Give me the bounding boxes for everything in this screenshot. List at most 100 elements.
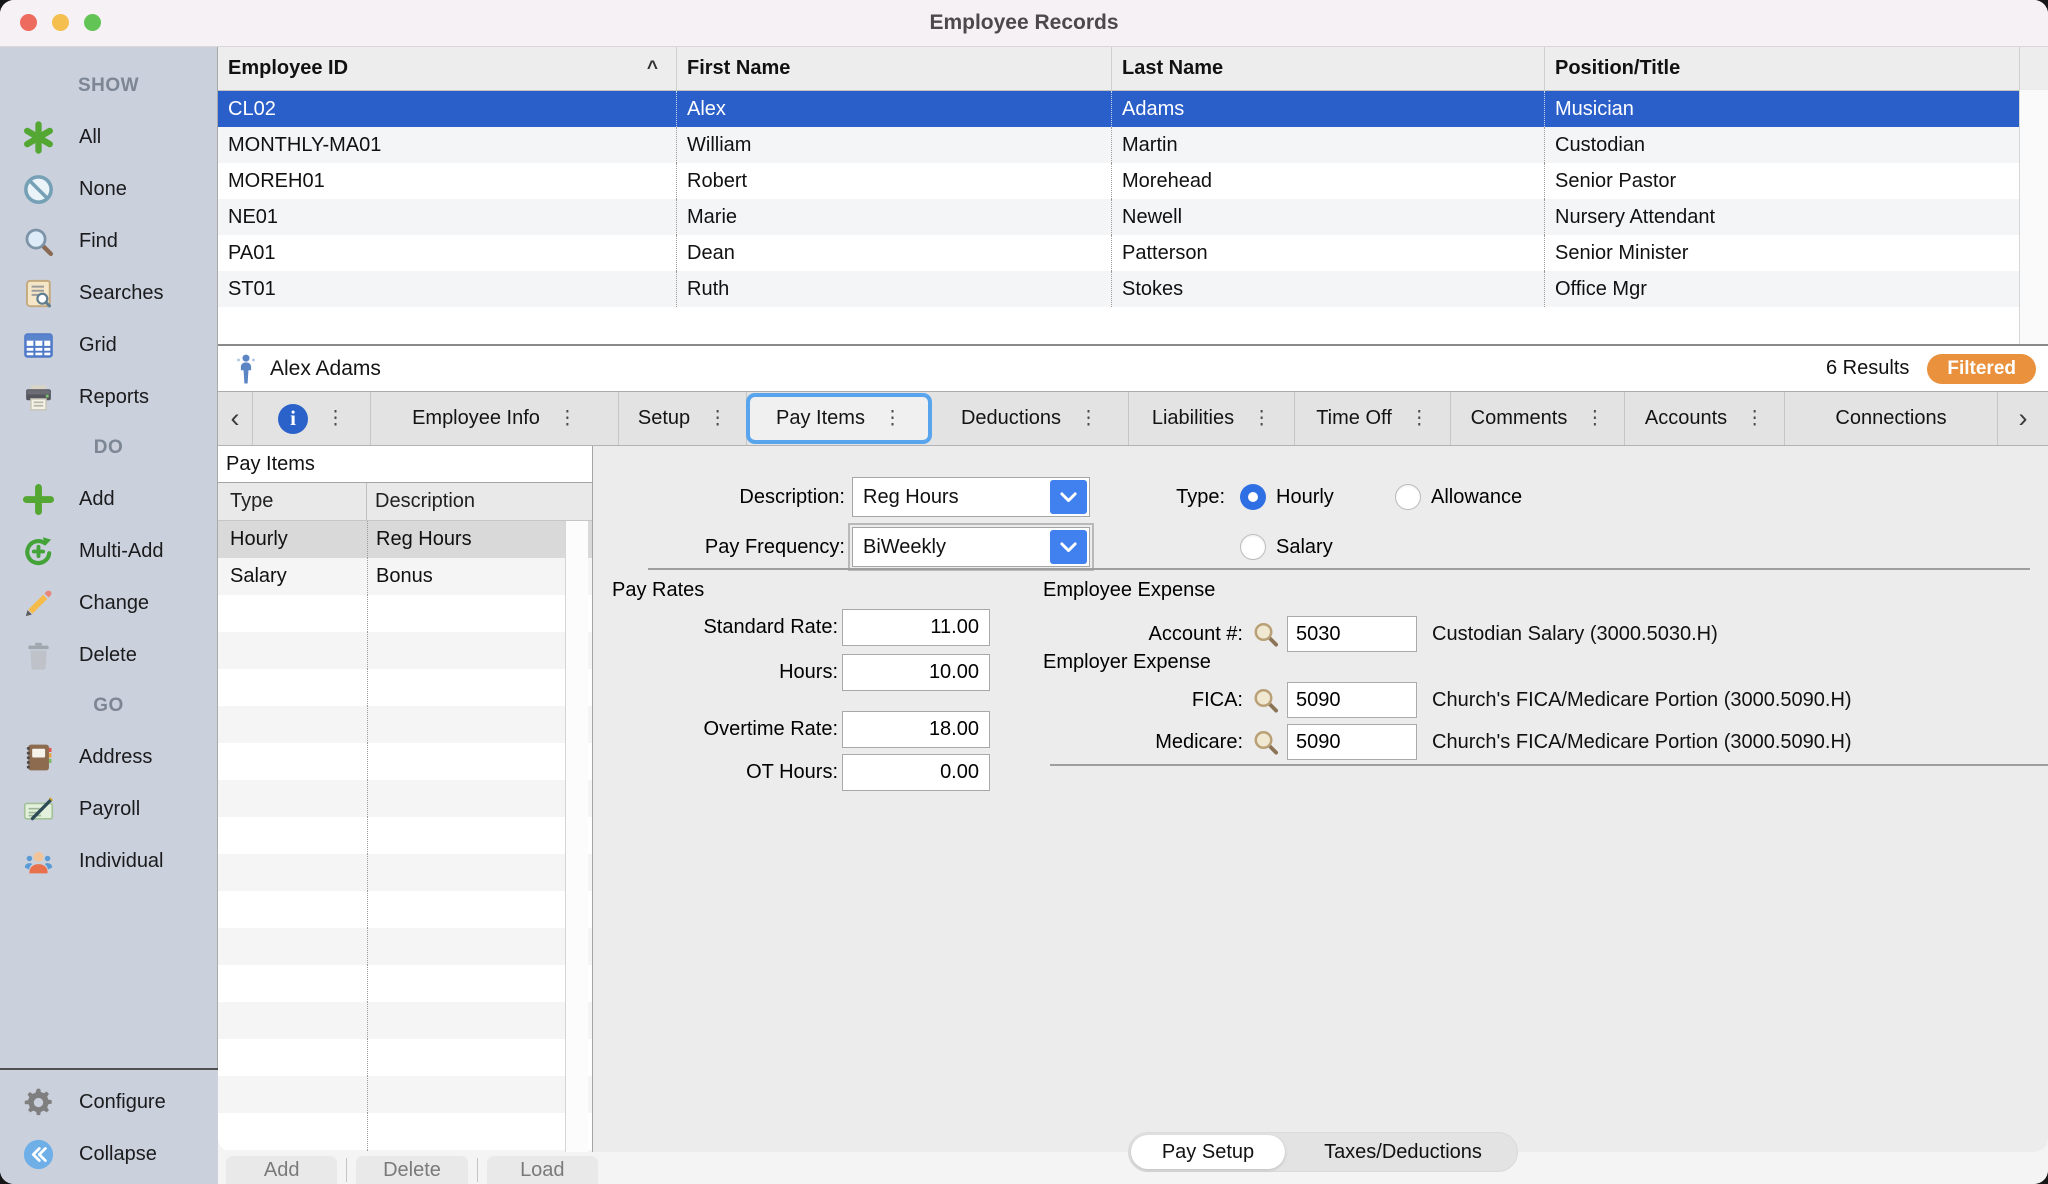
column-header-employee-id[interactable]: Employee ID ^ xyxy=(218,47,677,90)
pencil-icon xyxy=(22,587,55,620)
sidebar-item-reports[interactable]: Reports xyxy=(0,371,217,423)
hours-field[interactable] xyxy=(842,654,990,691)
hours-label: Hours: xyxy=(548,654,838,691)
zoom-button-icon[interactable] xyxy=(84,14,101,31)
tab-deductions[interactable]: Deductions ⋮ xyxy=(931,392,1129,445)
tab-liabilities[interactable]: Liabilities ⋮ xyxy=(1129,392,1295,445)
column-header-position-title[interactable]: Position/Title xyxy=(1545,47,2020,90)
standard-rate-field[interactable] xyxy=(842,609,990,646)
tab-accounts[interactable]: Accounts ⋮ xyxy=(1625,392,1785,445)
tab-time-off[interactable]: Time Off ⋮ xyxy=(1295,392,1451,445)
tab-info[interactable]: i ⋮ xyxy=(253,392,371,445)
sidebar-item-all[interactable]: All xyxy=(0,111,217,163)
title-bar: Employee Records xyxy=(0,0,2048,47)
table-row[interactable]: CL02 Alex Adams Musician xyxy=(218,91,2048,127)
sidebar-item-change[interactable]: Change xyxy=(0,577,217,629)
chevron-down-icon xyxy=(1050,480,1087,514)
divider xyxy=(346,1158,347,1182)
tab-employee-info[interactable]: Employee Info ⋮ xyxy=(371,392,619,445)
add-button[interactable]: Add xyxy=(226,1156,337,1184)
tab-menu-icon[interactable]: ⋮ xyxy=(1745,407,1764,430)
account-description: Church's FICA/Medicare Portion (3000.509… xyxy=(1432,682,1852,718)
segment-taxes-deductions[interactable]: Taxes/Deductions xyxy=(1288,1132,1518,1172)
account-number-field[interactable] xyxy=(1287,616,1417,652)
empty-list-row xyxy=(218,854,592,891)
fica-account-field[interactable] xyxy=(1287,682,1417,718)
sidebar-item-payroll[interactable]: Payroll xyxy=(0,783,217,835)
list-item[interactable]: Hourly Reg Hours xyxy=(218,521,592,558)
sidebar-item-label: Searches xyxy=(79,282,164,305)
table-vertical-scrollbar[interactable] xyxy=(2019,90,2048,344)
pay-frequency-select[interactable]: BiWeekly xyxy=(852,527,1090,567)
empty-list-row xyxy=(218,1076,592,1113)
sidebar-item-none[interactable]: None xyxy=(0,163,217,215)
tab-connections[interactable]: Connections xyxy=(1785,392,1997,445)
sidebar-item-collapse[interactable]: Collapse xyxy=(0,1128,218,1180)
sidebar-item-label: Configure xyxy=(79,1091,166,1114)
tab-menu-icon[interactable]: ⋮ xyxy=(558,407,577,430)
divider xyxy=(477,1158,478,1182)
filtered-badge[interactable]: Filtered xyxy=(1927,354,2036,384)
standard-rate-label: Standard Rate: xyxy=(548,609,838,646)
minimize-button-icon[interactable] xyxy=(52,14,69,31)
tab-setup[interactable]: Setup ⋮ xyxy=(619,392,747,445)
sidebar-item-label: Collapse xyxy=(79,1143,157,1166)
sidebar-item-delete[interactable]: Delete xyxy=(0,629,217,681)
tab-menu-icon[interactable]: ⋮ xyxy=(708,407,727,430)
column-header-first-name[interactable]: First Name xyxy=(677,47,1112,90)
grid-icon xyxy=(22,329,55,362)
list-item[interactable]: Salary Bonus xyxy=(218,558,592,595)
sidebar-item-individual[interactable]: Individual xyxy=(0,835,217,887)
sidebar-item-multi-add[interactable]: Multi-Add xyxy=(0,525,217,577)
type-label: Type: xyxy=(1118,477,1225,517)
column-header-description[interactable]: Description xyxy=(367,483,475,520)
sidebar-item-address[interactable]: Address xyxy=(0,731,217,783)
table-row[interactable]: NE01 Marie Newell Nursery Attendant xyxy=(218,199,2048,235)
tab-pay-items[interactable]: Pay Items ⋮ xyxy=(746,393,932,444)
account-lookup-icon[interactable] xyxy=(1250,727,1281,757)
account-lookup-icon[interactable] xyxy=(1250,685,1281,715)
column-header-last-name[interactable]: Last Name xyxy=(1112,47,1545,90)
segment-pay-setup[interactable]: Pay Setup xyxy=(1131,1135,1285,1169)
tab-menu-icon[interactable]: ⋮ xyxy=(326,407,345,430)
sidebar-item-label: Payroll xyxy=(79,798,140,821)
header-scroll-stub xyxy=(2020,47,2048,90)
radio-allowance[interactable] xyxy=(1395,484,1421,510)
delete-button[interactable]: Delete xyxy=(356,1156,467,1184)
description-select[interactable]: Reg Hours xyxy=(852,477,1090,517)
overtime-rate-field[interactable] xyxy=(842,711,990,748)
load-button[interactable]: Load xyxy=(487,1156,598,1184)
table-row[interactable]: ST01 Ruth Stokes Office Mgr xyxy=(218,271,2048,307)
table-row[interactable]: MOREH01 Robert Morehead Senior Pastor xyxy=(218,163,2048,199)
pay-items-buttons: Add Delete Load xyxy=(226,1156,598,1184)
tab-menu-icon[interactable]: ⋮ xyxy=(883,407,902,430)
column-header-type[interactable]: Type xyxy=(218,483,367,520)
tab-comments[interactable]: Comments ⋮ xyxy=(1451,392,1625,445)
tabs-scroll-left-button[interactable]: ‹ xyxy=(218,392,253,445)
radio-allowance-label: Allowance xyxy=(1431,477,1522,517)
collapse-icon xyxy=(22,1138,55,1171)
fica-label: FICA: xyxy=(1078,682,1243,718)
close-button-icon[interactable] xyxy=(20,14,37,31)
radio-hourly[interactable] xyxy=(1240,484,1266,510)
medicare-account-field[interactable] xyxy=(1287,724,1417,760)
sidebar-item-grid[interactable]: Grid xyxy=(0,319,217,371)
table-row[interactable]: PA01 Dean Patterson Senior Minister xyxy=(218,235,2048,271)
tab-menu-icon[interactable]: ⋮ xyxy=(1252,407,1271,430)
empty-list-row xyxy=(218,706,592,743)
sidebar-item-find[interactable]: Find xyxy=(0,215,217,267)
empty-list-row xyxy=(218,1002,592,1039)
tabs-scroll-right-button[interactable]: › xyxy=(1997,392,2048,445)
radio-salary[interactable] xyxy=(1240,534,1266,560)
account-lookup-icon[interactable] xyxy=(1250,619,1281,649)
sidebar-item-configure[interactable]: Configure xyxy=(0,1076,218,1128)
tab-menu-icon[interactable]: ⋮ xyxy=(1585,407,1604,430)
sidebar-item-searches[interactable]: Searches xyxy=(0,267,217,319)
sidebar-item-add[interactable]: Add xyxy=(0,473,217,525)
paycheck-icon xyxy=(22,793,55,826)
pay-frequency-label: Pay Frequency: xyxy=(558,527,845,567)
ot-hours-field[interactable] xyxy=(842,754,990,791)
tab-menu-icon[interactable]: ⋮ xyxy=(1079,407,1098,430)
tab-menu-icon[interactable]: ⋮ xyxy=(1410,407,1429,430)
table-row[interactable]: MONTHLY-MA01 William Martin Custodian xyxy=(218,127,2048,163)
